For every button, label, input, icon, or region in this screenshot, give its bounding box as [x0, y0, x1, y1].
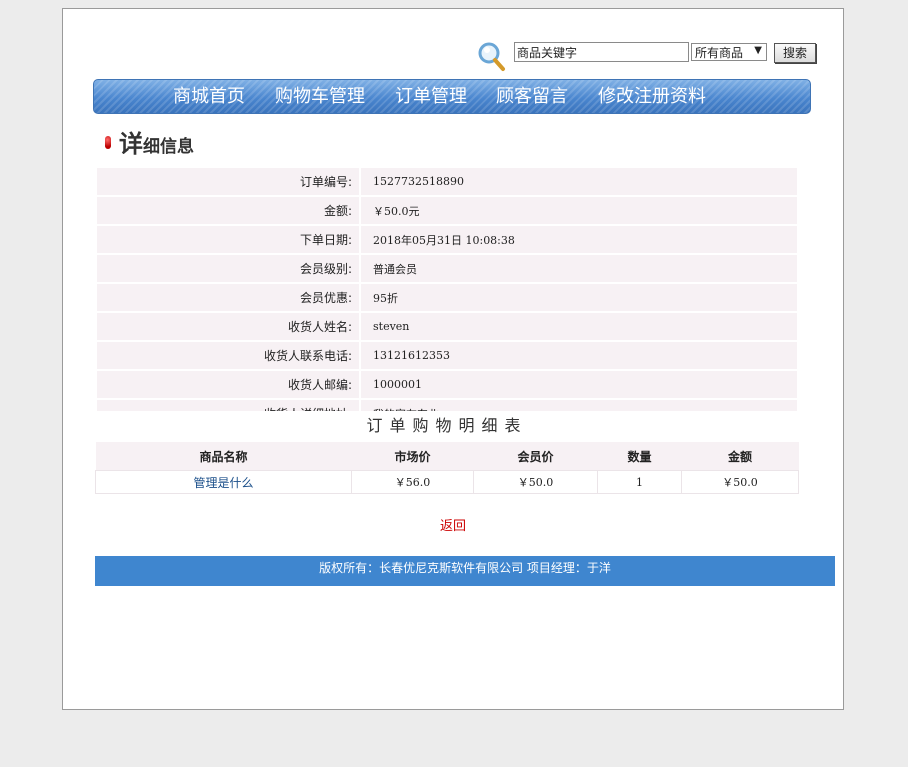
- table-row: 收货人姓名: steven: [97, 313, 797, 340]
- detail-value: 13121612353: [361, 342, 797, 369]
- detail-label: 下单日期:: [97, 226, 359, 253]
- page-container: 所有商品 ▼ 搜索 商城首页 购物车管理 订单管理 顾客留言 修改注册资料 详细…: [62, 8, 844, 710]
- table-row: 订单编号: 1527732518890: [97, 168, 797, 195]
- nav-item-messages[interactable]: 顾客留言: [496, 86, 568, 108]
- detail-value: 95折: [361, 284, 797, 311]
- table-row: 下单日期: 2018年05月31日 10:08:38: [97, 226, 797, 253]
- search-input[interactable]: [514, 42, 689, 62]
- table-row: 会员级别: 普通会员: [97, 255, 797, 282]
- detail-value: 2018年05月31日 10:08:38: [361, 226, 797, 253]
- nav-item-orders[interactable]: 订单管理: [395, 86, 467, 108]
- main-nav: 商城首页 购物车管理 订单管理 顾客留言 修改注册资料: [93, 79, 811, 114]
- detail-label: 会员级别:: [97, 255, 359, 282]
- table-row: 会员优惠: 95折: [97, 284, 797, 311]
- back-link[interactable]: 返回: [63, 515, 843, 534]
- detail-label: 金额:: [97, 197, 359, 224]
- table-row: 金额: ￥50.0元: [97, 197, 797, 224]
- market-price-cell: ￥56.0: [351, 470, 474, 494]
- nav-item-cart[interactable]: 购物车管理: [275, 86, 365, 108]
- detail-label: 会员优惠:: [97, 284, 359, 311]
- order-detail-table: 订单编号: 1527732518890 金额: ￥50.0元 下单日期: 201…: [95, 166, 799, 429]
- detail-label: 收货人联系电话:: [97, 342, 359, 369]
- column-header: 会员价: [473, 442, 598, 471]
- category-select-value: 所有商品: [695, 45, 744, 60]
- detail-value: steven: [361, 313, 797, 340]
- detail-value: ￥50.0元: [361, 197, 797, 224]
- detail-label: 收货人姓名:: [97, 313, 359, 340]
- category-select[interactable]: 所有商品 ▼: [691, 43, 767, 61]
- table-row: 管理是什么 ￥56.0 ￥50.0 1 ￥50.0: [95, 470, 799, 494]
- column-header: 金额: [681, 442, 799, 471]
- search-button[interactable]: 搜索: [774, 43, 816, 63]
- column-header: 商品名称: [95, 442, 352, 471]
- magnifier-icon: [478, 42, 505, 71]
- detail-label: 收货人邮编:: [97, 371, 359, 398]
- member-price-cell: ￥50.0: [473, 470, 598, 494]
- amount-cell: ￥50.0: [681, 470, 799, 494]
- column-header: 数量: [597, 442, 682, 471]
- order-items-table: 商品名称 市场价 会员价 数量 金额 管理是什么 ￥56.0 ￥50.0 1 ￥…: [95, 442, 799, 494]
- detail-value: 1000001: [361, 371, 797, 398]
- table-row: 收货人邮编: 1000001: [97, 371, 797, 398]
- detail-label: 订单编号:: [97, 168, 359, 195]
- heading-bullet-icon: [105, 136, 111, 149]
- detail-value: 普通会员: [361, 255, 797, 282]
- dropdown-arrow-icon: ▼: [754, 45, 762, 56]
- footer-copyright: 版权所有：长春优尼克斯软件有限公司 项目经理：于洋: [95, 556, 835, 586]
- page-title: 详细信息: [119, 130, 194, 158]
- items-table-title: 订单购物明细表: [95, 411, 799, 441]
- quantity-cell: 1: [597, 470, 682, 494]
- product-name-link[interactable]: 管理是什么: [95, 470, 352, 494]
- table-row: 收货人联系电话: 13121612353: [97, 342, 797, 369]
- table-header-row: 商品名称 市场价 会员价 数量 金额: [95, 442, 799, 471]
- nav-item-profile[interactable]: 修改注册资料: [598, 86, 706, 108]
- detail-value: 1527732518890: [361, 168, 797, 195]
- column-header: 市场价: [351, 442, 474, 471]
- nav-item-home[interactable]: 商城首页: [173, 86, 245, 108]
